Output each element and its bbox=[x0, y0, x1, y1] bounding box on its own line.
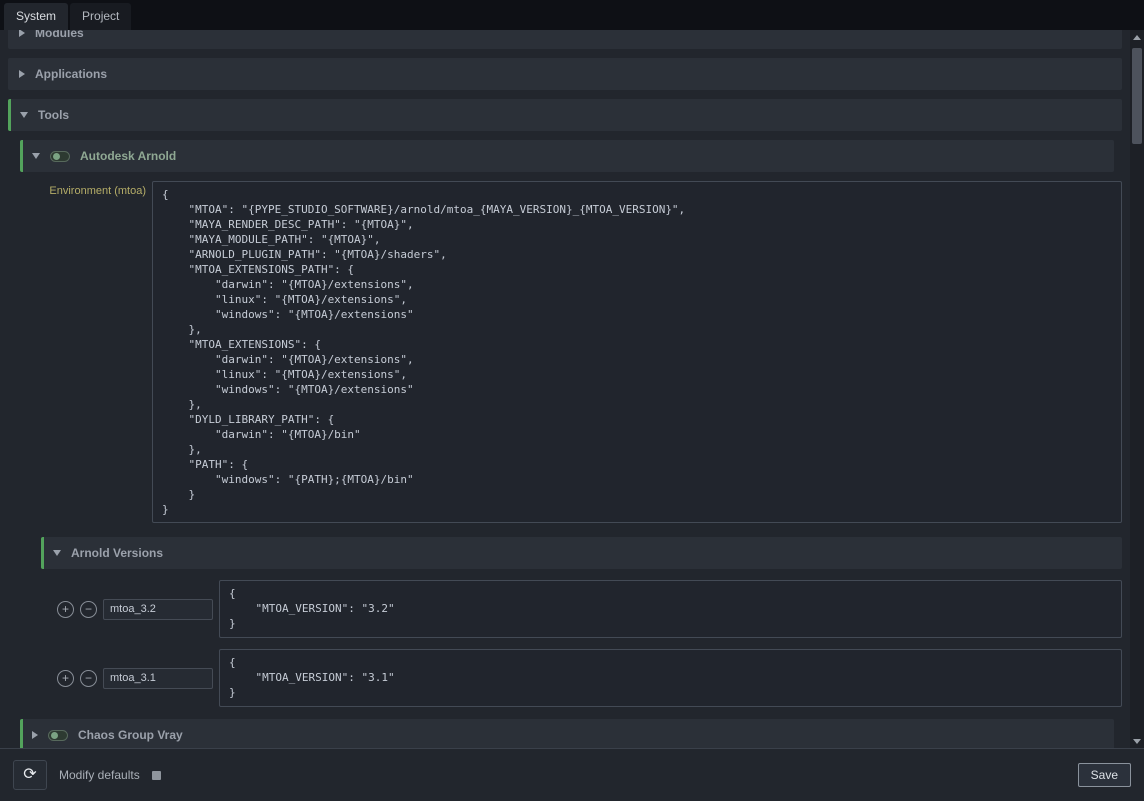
chevron-down-icon bbox=[53, 550, 61, 556]
environment-json-input[interactable]: { "MTOA": "{PYPE_STUDIO_SOFTWARE}/arnold… bbox=[152, 181, 1122, 523]
environment-row: Environment (mtoa) { "MTOA": "{PYPE_STUD… bbox=[25, 181, 1122, 523]
section-header-tools[interactable]: Tools bbox=[8, 99, 1122, 131]
version-row: + − { "MTOA_VERSION": "3.1" } bbox=[41, 649, 1122, 707]
section-title-arnold-versions: Arnold Versions bbox=[71, 546, 163, 560]
section-title-chaos-group-vray: Chaos Group Vray bbox=[78, 728, 183, 742]
remove-version-button[interactable]: − bbox=[80, 670, 97, 687]
version-key-input[interactable] bbox=[103, 599, 213, 620]
section-title-tools: Tools bbox=[38, 108, 69, 122]
section-header-chaos-group-vray[interactable]: Chaos Group Vray bbox=[20, 719, 1114, 748]
section-title-applications: Applications bbox=[35, 67, 107, 81]
chevron-down-icon bbox=[20, 112, 28, 118]
section-header-autodesk-arnold[interactable]: Autodesk Arnold bbox=[20, 140, 1114, 172]
chevron-right-icon bbox=[19, 70, 25, 78]
scroll-down-button[interactable] bbox=[1130, 734, 1144, 748]
settings-scroll-area: Modules Applications Tools Autodesk Arno… bbox=[0, 30, 1130, 748]
section-header-modules[interactable]: Modules bbox=[8, 30, 1122, 49]
refresh-button[interactable]: ⟳ bbox=[13, 760, 47, 790]
version-key-input[interactable] bbox=[103, 668, 213, 689]
save-button[interactable]: Save bbox=[1078, 763, 1131, 787]
vray-enabled-toggle[interactable] bbox=[48, 730, 68, 741]
version-row: + − { "MTOA_VERSION": "3.2" } bbox=[41, 580, 1122, 638]
scroll-up-button[interactable] bbox=[1130, 30, 1144, 44]
arnold-versions-block: Arnold Versions + − { "MTOA_VERSION": "3… bbox=[41, 537, 1122, 707]
main-area: Modules Applications Tools Autodesk Arno… bbox=[0, 30, 1144, 748]
section-title-autodesk-arnold: Autodesk Arnold bbox=[80, 149, 176, 163]
add-version-button[interactable]: + bbox=[57, 670, 74, 687]
arnold-section-body: Environment (mtoa) { "MTOA": "{PYPE_STUD… bbox=[20, 181, 1122, 707]
scrollbar-thumb[interactable] bbox=[1132, 48, 1142, 144]
modify-defaults-label: Modify defaults bbox=[59, 768, 140, 782]
tools-section-body: Autodesk Arnold Environment (mtoa) { "MT… bbox=[20, 140, 1122, 748]
section-title-modules: Modules bbox=[35, 30, 84, 40]
settings-window: System Project Modules Applications Tool… bbox=[0, 0, 1144, 801]
version-json-input[interactable]: { "MTOA_VERSION": "3.1" } bbox=[219, 649, 1122, 707]
arrow-up-icon bbox=[1133, 31, 1141, 40]
tab-system[interactable]: System bbox=[4, 3, 68, 30]
chevron-right-icon bbox=[19, 30, 25, 37]
section-header-arnold-versions[interactable]: Arnold Versions bbox=[41, 537, 1122, 569]
remove-version-button[interactable]: − bbox=[80, 601, 97, 618]
arnold-enabled-toggle[interactable] bbox=[50, 151, 70, 162]
environment-label: Environment (mtoa) bbox=[25, 181, 146, 197]
version-json-input[interactable]: { "MTOA_VERSION": "3.2" } bbox=[219, 580, 1122, 638]
chevron-down-icon bbox=[32, 153, 40, 159]
arrow-down-icon bbox=[1133, 739, 1141, 748]
footer-bar: ⟳ Modify defaults Save bbox=[0, 748, 1144, 801]
add-version-button[interactable]: + bbox=[57, 601, 74, 618]
section-header-applications[interactable]: Applications bbox=[8, 58, 1122, 90]
chevron-right-icon bbox=[32, 731, 38, 739]
tab-project[interactable]: Project bbox=[70, 3, 131, 30]
scrollbar bbox=[1130, 30, 1144, 748]
modify-defaults-checkbox[interactable] bbox=[152, 771, 161, 780]
tab-bar: System Project bbox=[0, 0, 1144, 30]
